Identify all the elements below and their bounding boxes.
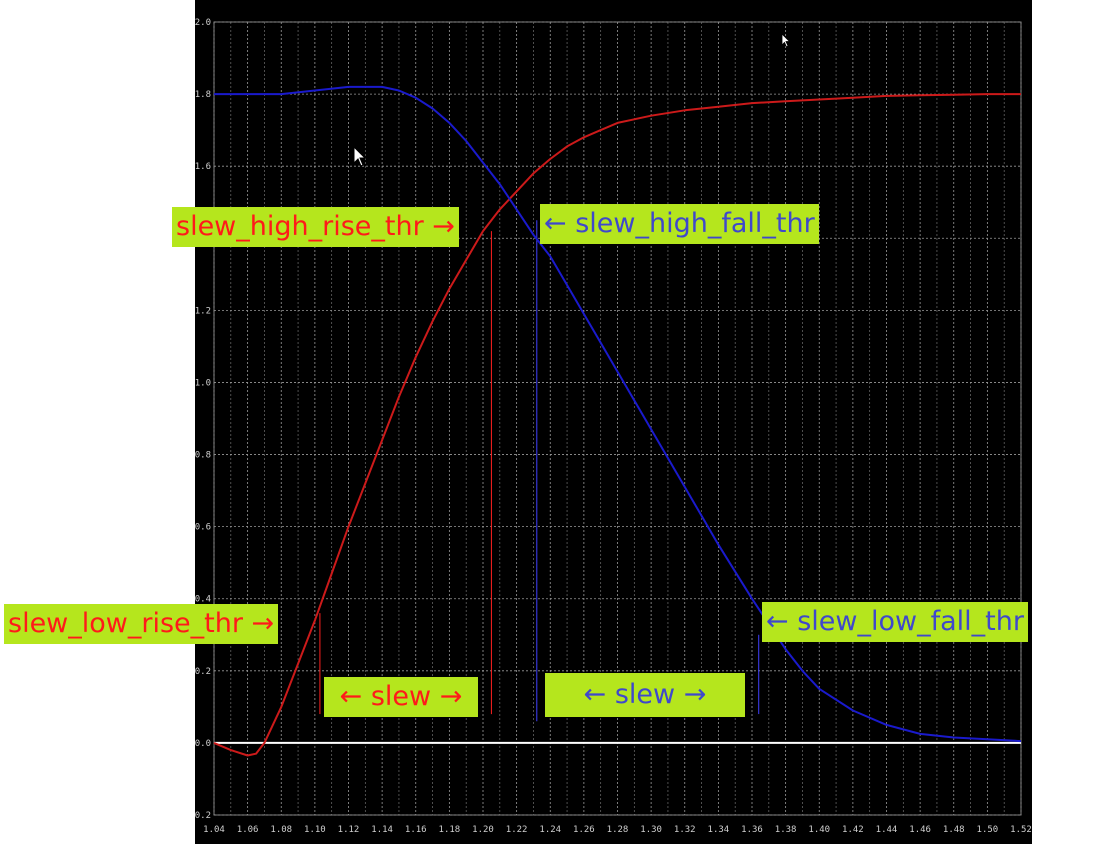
- x-tick-label: 1.16: [405, 825, 427, 835]
- y-tick-label: 0.6: [195, 523, 211, 533]
- x-tick-label: 1.48: [943, 825, 965, 835]
- x-tick-label: 1.42: [842, 825, 864, 835]
- rise-waveform-line: [213, 93, 1021, 757]
- x-tick-label: 1.12: [338, 825, 360, 835]
- y-tick-label: 1.2: [195, 306, 211, 316]
- y-tick-label: 0.2: [195, 667, 211, 677]
- x-tick-label: 1.18: [439, 825, 461, 835]
- x-tick-label: 1.04: [203, 825, 225, 835]
- mouse-cursor-icon: [353, 146, 367, 167]
- x-tick-label: 1.26: [573, 825, 595, 835]
- slew-rise-label: ← slew →: [324, 677, 478, 717]
- x-tick-label: 1.52: [1010, 825, 1032, 835]
- x-tick-label: 1.22: [506, 825, 528, 835]
- y-tick-label: 1.0: [195, 378, 211, 388]
- slew-low-rise-thr-label: slew_low_rise_thr →: [4, 604, 279, 644]
- y-tick-label: 0.0: [195, 739, 211, 749]
- y-tick-label: 2.0: [195, 18, 211, 28]
- x-tick-label: 1.10: [304, 825, 326, 835]
- slew-high-fall-thr-label: ← slew_high_fall_thr: [540, 204, 819, 244]
- x-tick-label: 1.32: [674, 825, 696, 835]
- x-tick-label: 1.38: [775, 825, 797, 835]
- x-tick-label: 1.08: [270, 825, 292, 835]
- x-tick-label: 1.24: [539, 825, 561, 835]
- slew-high-rise-thr-label: slew_high_rise_thr →: [172, 207, 459, 247]
- mouse-cursor-icon: [781, 33, 791, 48]
- waveform-chart: 1.04 1.06 1.08 1.10 1.12 1.14 1.16 1.18 1.20 1.22…: [195, 18, 1032, 835]
- slew-low-fall-thr-label: ← slew_low_fall_thr: [762, 602, 1028, 642]
- x-tick-label: 1.06: [237, 825, 259, 835]
- x-tick-label: 1.44: [876, 825, 898, 835]
- x-tick-label: 1.46: [909, 825, 931, 835]
- slew-fall-label: ← slew →: [545, 673, 745, 717]
- x-tick-label: 1.50: [977, 825, 999, 835]
- x-tick-label: 1.30: [640, 825, 662, 835]
- x-tick-label: 1.14: [371, 825, 393, 835]
- plot-panel: 1.04 1.06 1.08 1.10 1.12 1.14 1.16 1.18 1.20 1.22…: [195, 0, 1032, 844]
- y-tick-label: 0.8: [195, 451, 211, 461]
- y-tick-label: 1.6: [195, 162, 211, 172]
- x-tick-label: 1.40: [808, 825, 830, 835]
- x-tick-label: 1.36: [741, 825, 763, 835]
- y-tick-label: -0.2: [195, 811, 211, 821]
- x-tick-label: 1.20: [472, 825, 494, 835]
- x-tick-label: 1.34: [708, 825, 730, 835]
- y-tick-label: 1.8: [195, 90, 211, 100]
- x-tick-label: 1.28: [607, 825, 629, 835]
